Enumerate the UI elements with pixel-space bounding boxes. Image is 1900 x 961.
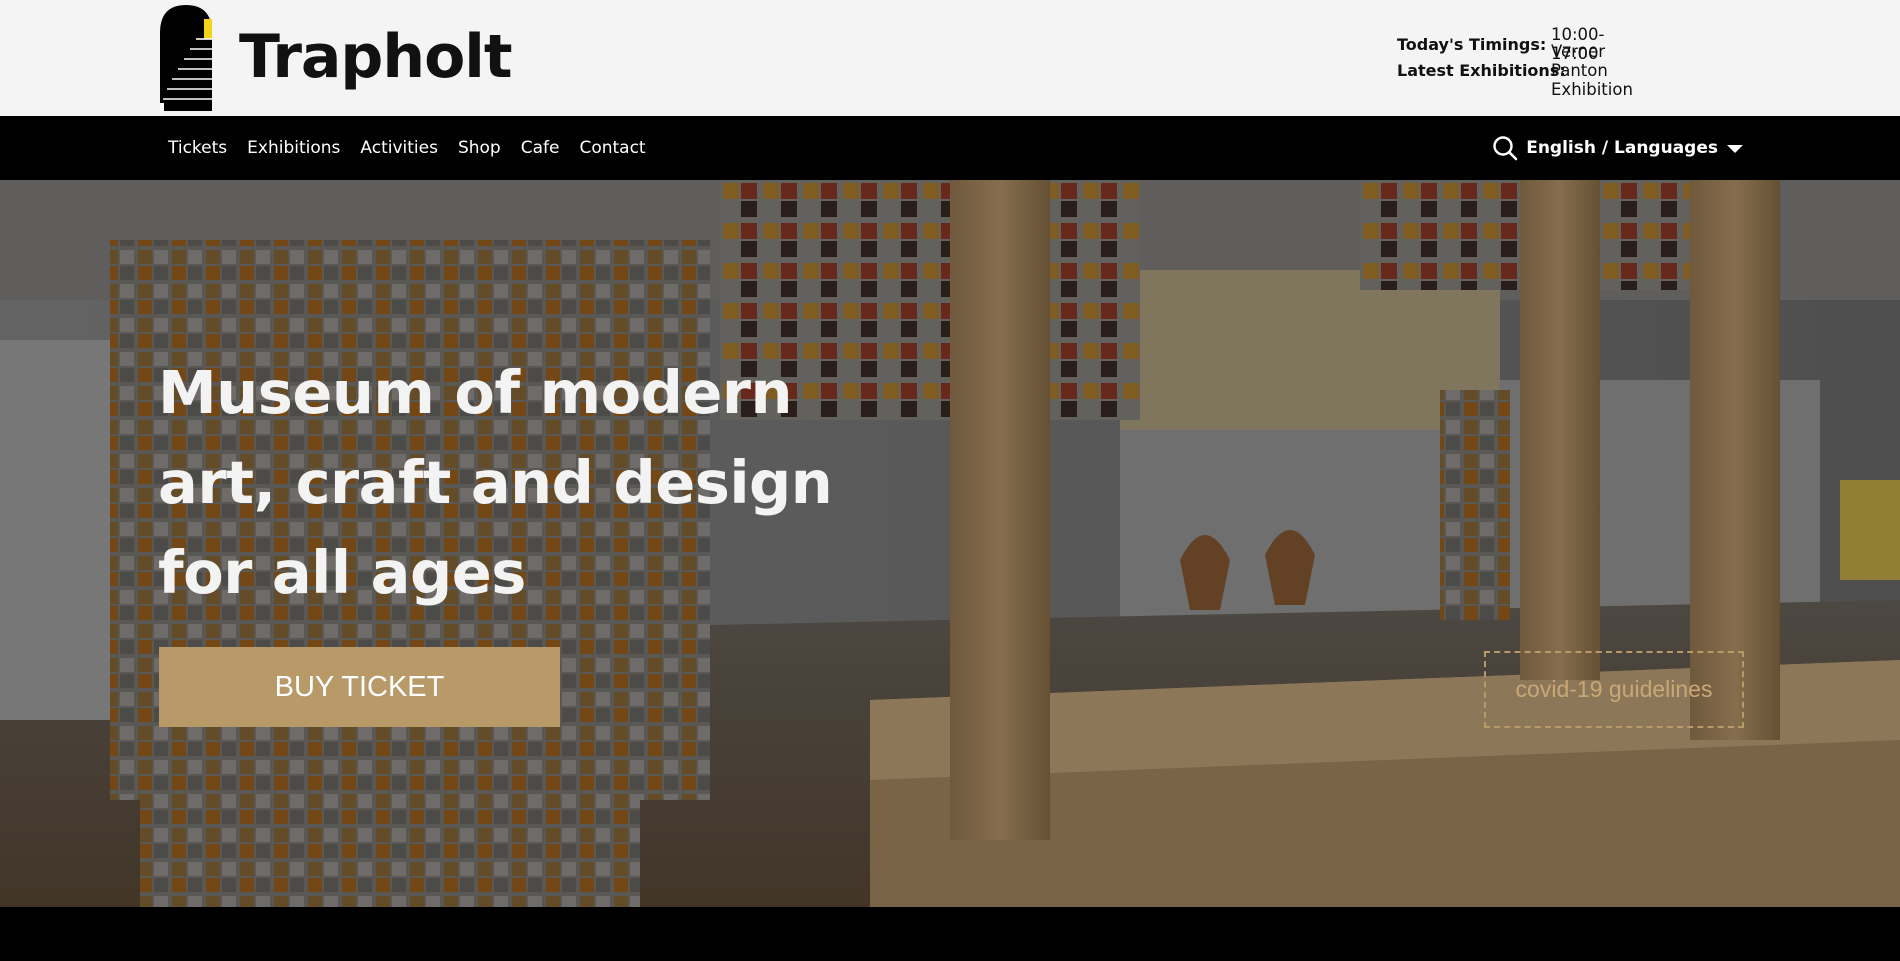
nav-item-tickets[interactable]: Tickets: [168, 138, 227, 158]
nav-item-activities[interactable]: Activities: [360, 138, 438, 158]
nav-item-shop[interactable]: Shop: [458, 138, 501, 158]
nav-item-cafe[interactable]: Cafe: [521, 138, 560, 158]
staircase-arch-logo-icon: [160, 5, 212, 111]
language-label: English / Languages: [1526, 138, 1718, 158]
timings-row: Today's Timings: 10:00-17:00: [1397, 25, 1605, 63]
timings-label: Today's Timings:: [1397, 34, 1547, 54]
brand-name: Trapholt: [239, 22, 513, 92]
nav-utilities: English / Languages: [1492, 116, 1743, 180]
main-nav: Tickets Exhibitions Activities Shop Cafe…: [0, 116, 1900, 180]
chevron-down-icon: [1727, 145, 1743, 153]
exhibitions-row: Latest Exhibitions: Verner Panton Exhibi…: [1397, 42, 1633, 99]
nav-links: Tickets Exhibitions Activities Shop Cafe…: [168, 116, 666, 180]
language-selector[interactable]: English / Languages: [1526, 138, 1743, 158]
logo[interactable]: Trapholt: [158, 3, 513, 111]
search-icon[interactable]: [1492, 135, 1518, 161]
exhibitions-value[interactable]: Verner Panton Exhibition: [1551, 42, 1633, 99]
hero: Museum of modern art, craft and design f…: [0, 180, 1900, 907]
nav-item-contact[interactable]: Contact: [579, 138, 645, 158]
site-header: Trapholt Today's Timings: 10:00-17:00 La…: [0, 0, 1900, 116]
exhibitions-label: Latest Exhibitions:: [1397, 60, 1566, 80]
hero-title: Museum of modern art, craft and design f…: [158, 358, 833, 607]
visit-info: Today's Timings: 10:00-17:00 Latest Exhi…: [1397, 25, 1633, 99]
nav-item-exhibitions[interactable]: Exhibitions: [247, 138, 340, 158]
covid-guidelines-button[interactable]: covid-19 guidelines: [1484, 651, 1744, 728]
buy-ticket-button[interactable]: BUY TICKET: [159, 647, 560, 727]
below-fold-strip: [0, 907, 1900, 961]
